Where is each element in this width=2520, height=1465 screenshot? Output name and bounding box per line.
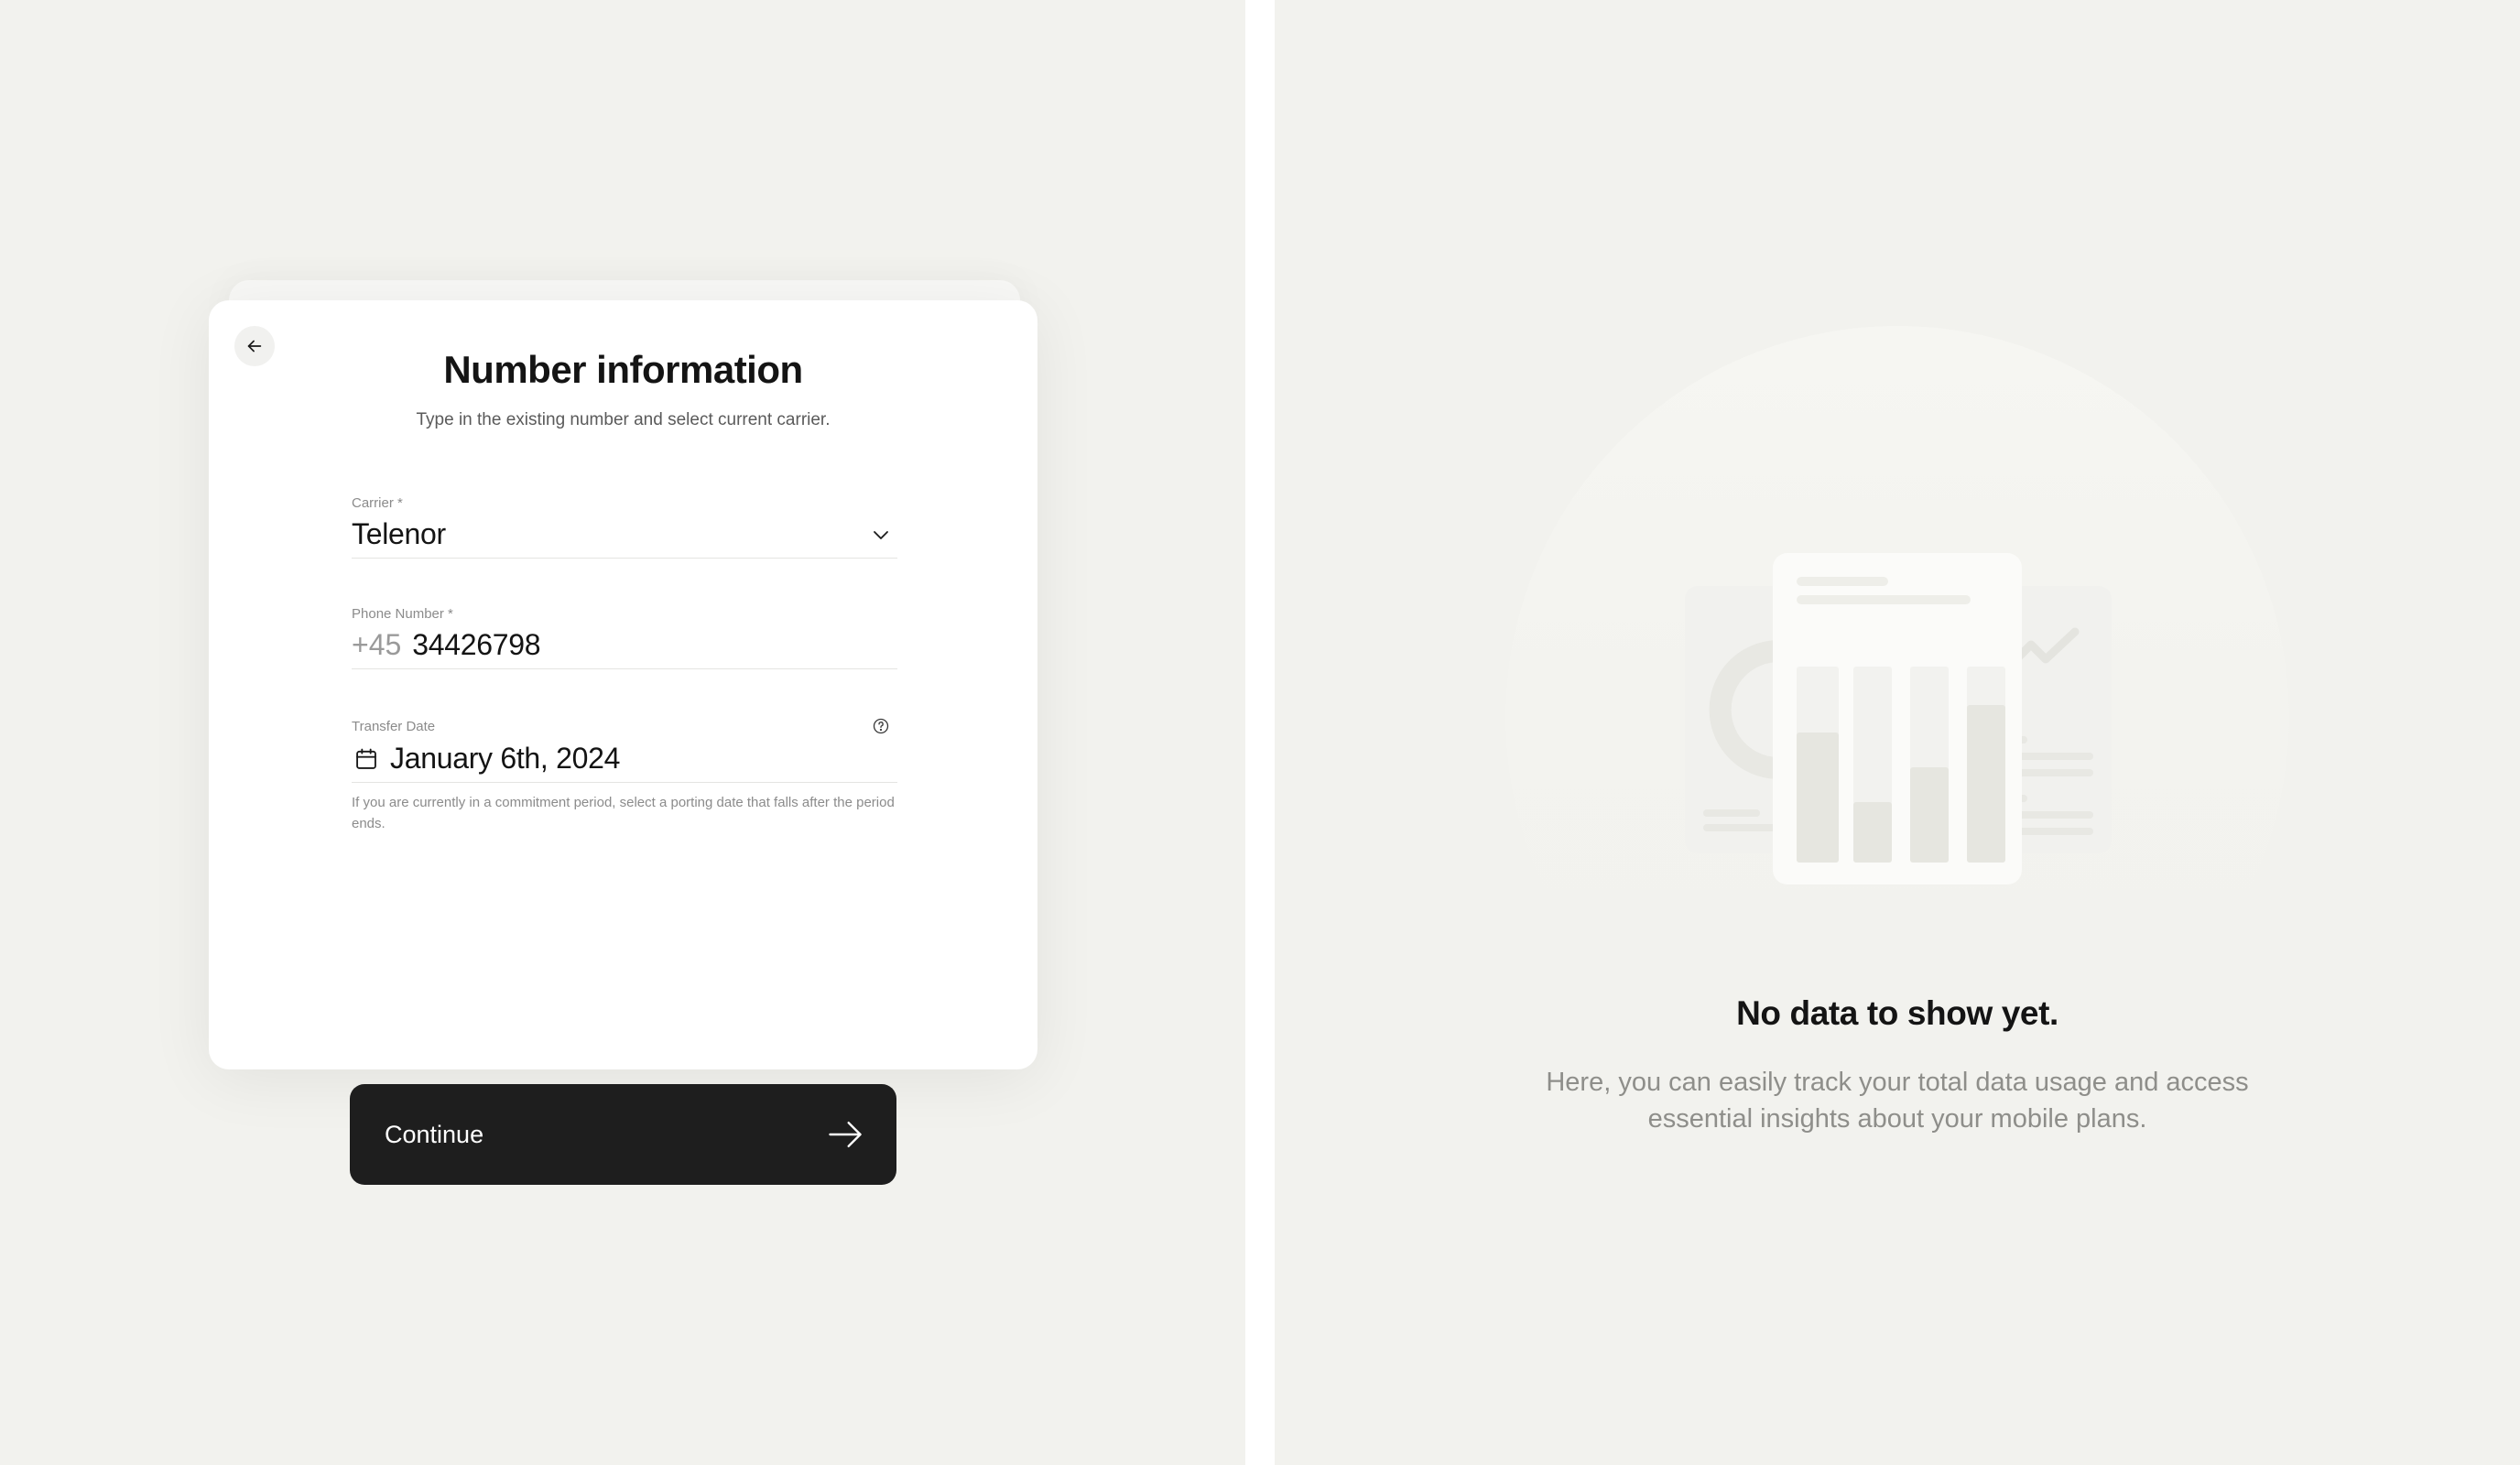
phone-number-input[interactable]: +45 34426798 (352, 622, 897, 669)
phone-number-field[interactable]: Phone Number * +45 34426798 (352, 606, 897, 669)
country-code-prefix: +45 (352, 628, 402, 661)
page-title: Number information (443, 348, 803, 391)
phone-number-value: 34426798 (412, 628, 541, 661)
carrier-select-row[interactable]: Telenor (352, 511, 897, 559)
panel-divider (1245, 0, 1275, 1465)
continue-button[interactable]: Continue (350, 1084, 896, 1185)
bar-chart-card-illustration (1773, 553, 2022, 884)
phone-number-label: Phone Number * (352, 606, 453, 622)
calendar-icon (353, 746, 379, 772)
empty-state-illustration (1683, 553, 2113, 886)
empty-state-title: No data to show yet. (1736, 994, 2058, 1032)
chevron-down-icon[interactable] (870, 524, 892, 546)
empty-state-description: Here, you can easily track your total da… (1546, 1068, 2249, 1134)
arrow-right-icon (825, 1114, 865, 1155)
transfer-date-header: Transfer Date (352, 717, 897, 735)
carrier-value: Telenor (352, 517, 446, 550)
app-root: Number information Type in the existing … (0, 0, 2520, 1465)
transfer-date-label: Transfer Date (352, 718, 436, 734)
carrier-label: Carrier * (352, 495, 403, 511)
page-subtitle: Type in the existing number and select c… (416, 410, 831, 429)
number-info-card: Number information Type in the existing … (209, 300, 1037, 1069)
question-circle-icon[interactable] (872, 717, 890, 735)
transfer-date-input[interactable]: January 6th, 2024 (352, 735, 897, 783)
usage-empty-state-panel: No data to show yet. Here, you can easil… (1275, 0, 2520, 1465)
carrier-select[interactable]: Carrier * Telenor (352, 495, 897, 559)
number-info-panel: Number information Type in the existing … (0, 0, 1245, 1465)
transfer-date-helper-text: If you are currently in a commitment per… (352, 795, 895, 831)
transfer-date-field[interactable]: Transfer Date January 6th, 2024 If you a… (352, 717, 897, 834)
transfer-date-value: January 6th, 2024 (390, 742, 621, 775)
continue-label: Continue (385, 1120, 484, 1148)
